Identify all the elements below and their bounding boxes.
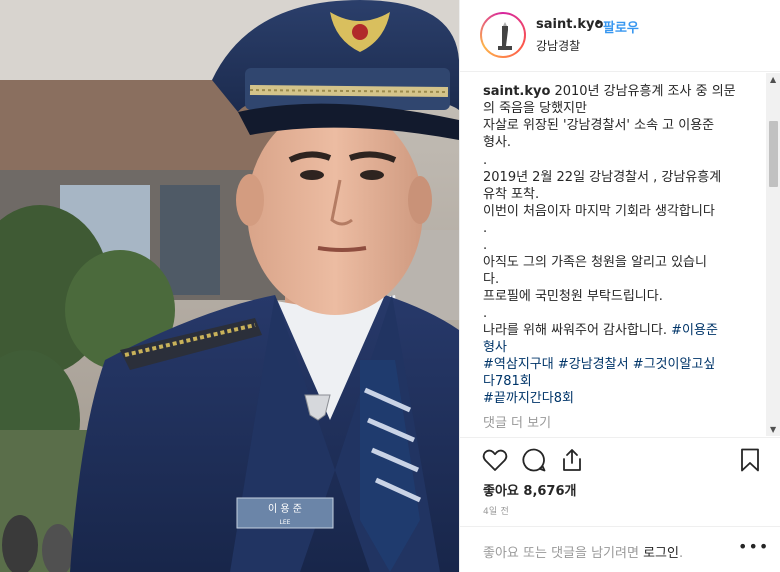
svg-text:이 용 준: 이 용 준 <box>268 503 302 515</box>
header-separator: • <box>594 15 603 31</box>
caption-username[interactable]: saint.kyo <box>483 84 550 99</box>
post-timestamp[interactable]: 4일 전 <box>483 504 509 517</box>
login-link[interactable]: 로그인 <box>643 546 679 561</box>
caption-line: 다. <box>483 272 500 287</box>
avatar[interactable] <box>480 12 526 58</box>
hashtag-link[interactable]: #이용준 <box>671 323 718 338</box>
scroll-down-arrow-icon[interactable]: ▼ <box>770 425 776 434</box>
caption-line: 아직도 그의 가족은 청원을 알리고 있습니 <box>483 255 707 270</box>
avatar-image <box>484 16 522 54</box>
post-image[interactable]: 이 용 준 LEE <box>0 0 459 572</box>
hashtag-link[interactable]: #그것이알고싶 <box>633 357 716 372</box>
hashtag-link[interactable]: #강남경찰서 <box>558 357 629 372</box>
caption-area[interactable]: saint.kyo 2010년 강남유흥계 조사 중 의문 의 죽음을 당했지만 … <box>460 73 766 436</box>
view-more-comments-link[interactable]: 댓글 더 보기 <box>483 412 551 431</box>
hashtag-link[interactable]: #끝까지간다8회 <box>483 391 574 406</box>
hashtag-link[interactable]: #역삼지구대 <box>483 357 554 372</box>
scrollbar-thumb[interactable] <box>769 121 778 187</box>
more-options-icon[interactable]: ••• <box>738 537 769 556</box>
caption-line: 이번이 처음이자 마지막 기회라 생각합니다 <box>483 204 715 219</box>
caption-line: . <box>483 221 488 236</box>
login-prompt: 좋아요 또는 댓글을 남기려면 로그인. <box>483 542 683 561</box>
post-panel: saint.kyo • 팔로우 강남경찰 saint.kyo 2010년 강남유흥… <box>459 0 780 572</box>
follow-button[interactable]: 팔로우 <box>603 17 639 36</box>
officer-portrait-illustration: 이 용 준 LEE <box>0 0 459 572</box>
likes-count[interactable]: 좋아요 8,676개 <box>483 480 577 499</box>
post-actions: 좋아요 8,676개 4일 전 좋아요 또는 댓글을 남기려면 로그인. ••• <box>460 437 780 572</box>
caption-line: 2010년 강남유흥계 조사 중 의문 <box>554 84 736 99</box>
caption-line: 유착 포착. <box>483 187 540 202</box>
caption-line: 형사. <box>483 135 512 150</box>
heart-icon[interactable] <box>481 446 509 474</box>
scroll-up-arrow-icon[interactable]: ▲ <box>770 75 776 84</box>
caption-line: . <box>483 153 488 168</box>
location-link[interactable]: 강남경찰 <box>536 37 580 54</box>
hashtag-link[interactable]: 다781회 <box>483 374 532 389</box>
caption-line: 나라를 위해 싸워주어 감사합니다. <box>483 323 667 338</box>
caption-line: 의 죽음을 당했지만 <box>483 101 587 116</box>
caption-line: 프로필에 국민청원 부탁드립니다. <box>483 289 663 304</box>
caption-line: 2019년 2월 22일 강남경찰서 , 강남유흥계 <box>483 170 722 185</box>
caption-line: 자살로 위장된 '강남경찰서' 소속 고 이용준 <box>483 118 715 133</box>
scrollbar[interactable]: ▲ ▼ <box>766 73 780 436</box>
post-header: saint.kyo • 팔로우 강남경찰 <box>460 0 780 72</box>
login-prompt-text: 좋아요 또는 댓글을 남기려면 <box>483 546 644 561</box>
comment-bar: 좋아요 또는 댓글을 남기려면 로그인. ••• <box>460 526 780 572</box>
caption-line: . <box>483 306 488 321</box>
login-prompt-period: . <box>678 546 684 561</box>
hashtag-link[interactable]: 형사 <box>483 340 507 355</box>
comment-icon[interactable] <box>520 446 548 474</box>
svg-text:LEE: LEE <box>280 519 291 526</box>
bookmark-icon[interactable] <box>736 446 764 474</box>
caption-text: saint.kyo 2010년 강남유흥계 조사 중 의문 의 죽음을 당했지만 … <box>483 83 766 407</box>
caption-line: . <box>483 238 488 253</box>
share-icon[interactable] <box>558 446 586 474</box>
